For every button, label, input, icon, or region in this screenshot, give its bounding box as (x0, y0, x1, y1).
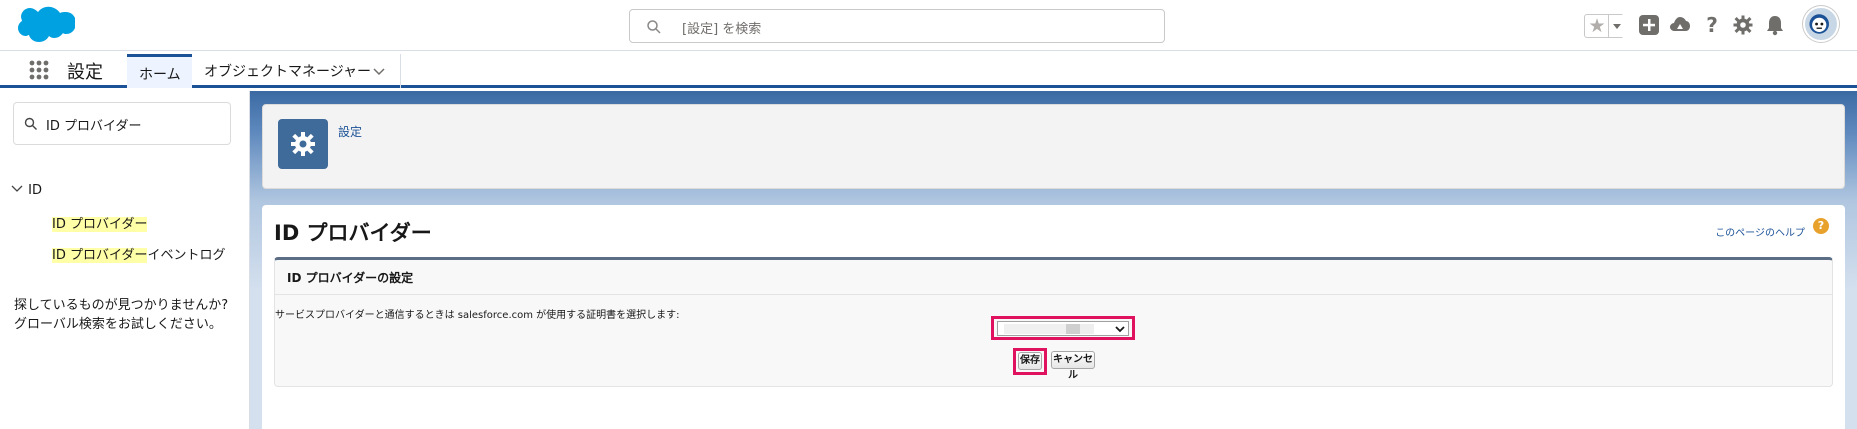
add-icon[interactable] (1638, 14, 1660, 36)
sidebar-item-id-provider-event-log[interactable]: ID プロバイダーイベントログ (52, 244, 225, 263)
breadcrumb-setup[interactable]: 設定 (338, 123, 362, 140)
setup-sidebar: ID プロバイダー ID ID プロバイダー ID プロバイダーイベントログ 探… (0, 91, 250, 429)
help-icon[interactable]: ? (1813, 218, 1829, 234)
tab-object-manager[interactable]: オブジェクトマネージャー (192, 54, 401, 88)
not-found-line2: グローバル検索をお試しください。 (14, 317, 222, 332)
not-found-message: 探しているものが見つかりませんか? グローバル検索をお試しください。 (14, 296, 244, 334)
setup-page-header: 設定 (262, 104, 1845, 189)
sidebar-item-id-provider[interactable]: ID プロバイダー (52, 213, 148, 232)
app-launcher-icon[interactable] (28, 59, 50, 81)
chevron-down-icon (1115, 326, 1125, 333)
user-avatar[interactable] (1803, 6, 1839, 42)
help-for-this-page-link[interactable]: このページのヘルプ (1715, 224, 1805, 239)
redacted-value (1080, 324, 1094, 334)
favorites-dropdown[interactable] (1608, 15, 1624, 37)
certificate-label: サービスプロバイダーと通信するときは salesforce.com が使用する証… (275, 310, 680, 321)
gear-icon[interactable] (1732, 14, 1754, 36)
context-bar: 設定 ホーム オブジェクトマネージャー (0, 51, 1857, 88)
chevron-down-icon[interactable] (372, 64, 386, 78)
tree-node-id[interactable]: ID (10, 182, 42, 198)
svg-text:?: ? (1706, 14, 1718, 36)
help-icon[interactable]: ? (1701, 14, 1723, 36)
id-provider-settings-block: ID プロバイダーの設定 サービスプロバイダーと通信するときは salesfor… (274, 257, 1833, 387)
quick-find-value: ID プロバイダー (46, 119, 142, 134)
highlight-text: ID プロバイダー (52, 248, 148, 263)
block-title: ID プロバイダーの設定 (287, 271, 414, 285)
favorites-button[interactable]: ★ (1584, 14, 1624, 38)
tab-home[interactable]: ホーム (127, 54, 192, 88)
salesforce-cloud-logo[interactable] (13, 6, 75, 46)
app-name: 設定 (67, 62, 103, 83)
tab-object-manager-label: オブジェクトマネージャー (204, 64, 372, 80)
setup-gear-icon (278, 119, 328, 169)
save-button[interactable]: 保存 (1018, 352, 1042, 370)
tree-node-label: ID (28, 183, 42, 198)
highlight-text: ID プロバイダー (52, 217, 148, 232)
divider (275, 294, 1832, 295)
certificate-select[interactable] (997, 321, 1129, 336)
search-icon (24, 117, 37, 130)
tab-home-label: ホーム (139, 67, 181, 83)
main-content: ID プロバイダー このページのヘルプ ? ID プロバイダーの設定 サービスプ… (262, 205, 1845, 429)
search-placeholder: [設定] を検索 (682, 22, 762, 37)
highlight-box-certificate (991, 316, 1135, 340)
page-title: ID プロバイダー (274, 221, 432, 245)
notification-bell-icon[interactable] (1764, 14, 1786, 36)
global-search-input[interactable]: [設定] を検索 (629, 9, 1165, 43)
chevron-down-icon[interactable] (10, 182, 24, 196)
trailhead-icon[interactable] (1669, 14, 1691, 36)
redacted-value (1066, 324, 1080, 334)
favorite-star-icon[interactable]: ★ (1587, 15, 1607, 37)
not-found-line1: 探しているものが見つかりませんか? (14, 298, 229, 313)
sidebar-item-rest: イベントログ (147, 248, 226, 263)
cancel-button[interactable]: キャンセル (1051, 351, 1095, 381)
redacted-value (1004, 324, 1068, 334)
search-icon (647, 20, 661, 34)
quick-find-input[interactable]: ID プロバイダー (13, 102, 231, 145)
highlight-box-save: 保存 (1013, 348, 1047, 375)
global-header: [設定] を検索 ★ ? (0, 0, 1857, 51)
